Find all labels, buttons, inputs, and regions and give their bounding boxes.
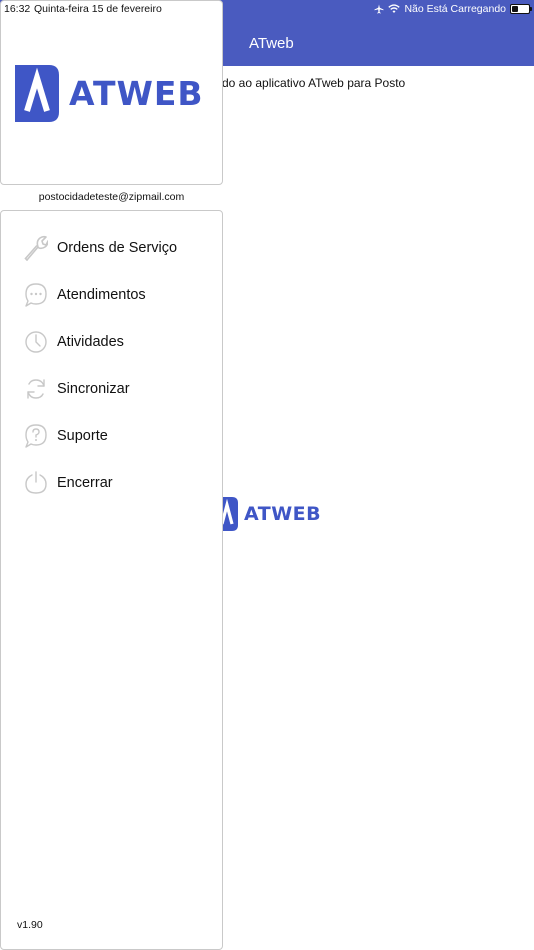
chat-bubble-icon [23, 278, 49, 312]
sync-icon [23, 372, 49, 406]
welcome-message: do ao aplicativo ATweb para Posto [222, 76, 405, 90]
power-icon [23, 466, 49, 500]
logo-wordmark: ATWEB [244, 503, 322, 525]
drawer-menu: Ordens de Serviço Atendimentos Atividade… [0, 210, 223, 950]
status-indicators: Não Está Carregando [374, 3, 532, 15]
menu-item-label: Atendimentos [57, 287, 146, 303]
menu-item-atividades[interactable]: Atividades [23, 325, 213, 359]
page-title: ATweb [249, 35, 294, 52]
drawer-logo-card: ATWEB [0, 0, 223, 185]
menu-item-sincronizar[interactable]: Sincronizar [23, 372, 213, 406]
battery-icon [510, 4, 532, 14]
menu-item-label: Sincronizar [57, 381, 130, 397]
menu-item-encerrar[interactable]: Encerrar [23, 466, 213, 500]
wifi-icon [388, 4, 401, 13]
help-icon [23, 419, 49, 453]
menu-item-atendimentos[interactable]: Atendimentos [23, 278, 213, 312]
user-email: postocidadeteste@zipmail.com [38, 191, 185, 203]
status-time: 16:32 [4, 3, 31, 15]
menu-item-label: Ordens de Serviço [57, 240, 178, 256]
airplane-icon [374, 4, 384, 14]
drawer-logo: ATWEB [15, 65, 204, 122]
center-logo: ATWEB [216, 497, 321, 531]
menu-item-suporte[interactable]: Suporte [23, 419, 213, 453]
status-date: Quinta-feira 15 de fevereiro [34, 3, 162, 15]
clock-icon [23, 325, 49, 359]
status-bar: 16:32 Quinta-feira 15 de fevereiro Não E… [0, 0, 534, 20]
atweb-logo-icon [15, 65, 59, 122]
wrench-icon [23, 231, 49, 265]
menu-item-label: Atividades [57, 334, 124, 350]
logo-wordmark: ATWEB [69, 74, 204, 113]
menu-item-ordens-de-servico[interactable]: Ordens de Serviço [23, 231, 213, 265]
welcome-text: do ao aplicativo ATweb para Posto [222, 76, 406, 90]
menu-item-label: Suporte [57, 428, 108, 444]
app-version: v1.90 [17, 919, 43, 931]
menu-item-label: Encerrar [57, 475, 113, 491]
charging-status: Não Está Carregando [404, 3, 506, 15]
